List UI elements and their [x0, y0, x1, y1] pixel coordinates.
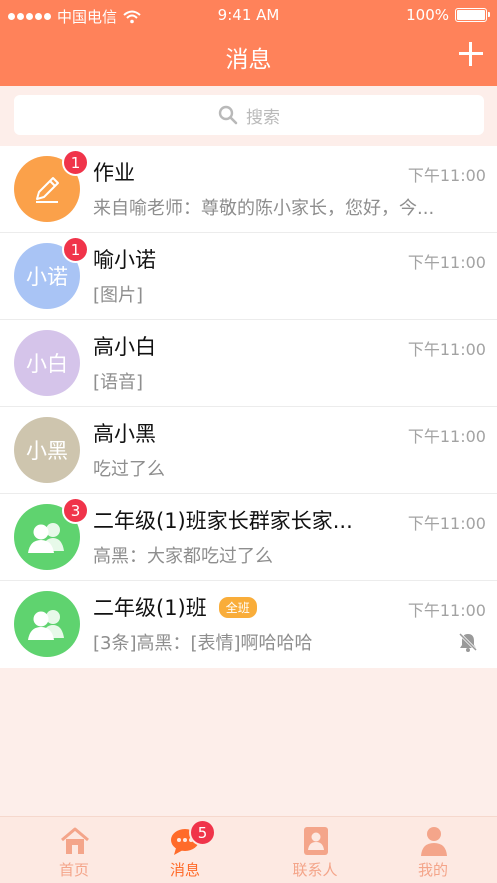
tab-home[interactable]: 首页: [12, 817, 136, 883]
pencil-icon: [36, 177, 59, 203]
message-name-text: 作业: [93, 161, 135, 185]
tab-contacts[interactable]: 联系人: [253, 817, 377, 883]
search-area: 搜索: [0, 86, 497, 146]
unread-badge: 1: [62, 236, 89, 263]
avatar: [14, 591, 80, 657]
message-preview: [图片]: [93, 285, 144, 306]
message-time: 下午11:00: [407, 166, 486, 185]
message-preview: [3条]高黑：[表情]啊哈哈哈: [93, 633, 313, 654]
message-time: 下午11:00: [407, 253, 486, 272]
contacts-icon: [304, 827, 328, 855]
message-name: 作业: [93, 157, 135, 187]
app-header: 中国电信 9:41 AM 100% 消息: [0, 0, 497, 86]
message-row-gao-xiaohei[interactable]: 小黑 高小黑 下午11:00 吃过了么: [0, 407, 497, 494]
tab-unread-badge: 5: [189, 819, 216, 846]
message-time: 下午11:00: [407, 514, 486, 533]
message-row-yu-xiaonuo[interactable]: 小诺 1 喻小诺 下午11:00 [图片]: [0, 233, 497, 320]
page-title: 消息: [225, 47, 272, 73]
unread-badge: 3: [62, 497, 89, 524]
tab-label: 首页: [58, 861, 89, 879]
status-bar: 中国电信 9:41 AM 100%: [0, 0, 497, 30]
message-row-homework[interactable]: 1 作业 下午11:00 来自喻老师：尊敬的陈小家长，您好，今...: [0, 146, 497, 233]
person-icon: [421, 827, 447, 856]
message-name: 二年级(1)班 全班: [93, 592, 257, 622]
battery-percent: 100%: [406, 6, 449, 24]
message-name-text: 高小黑: [93, 422, 156, 446]
message-time: 下午11:00: [407, 427, 486, 446]
message-time: 下午11:00: [407, 601, 486, 620]
message-name-text: 喻小诺: [93, 248, 156, 272]
message-name: 喻小诺: [93, 244, 156, 274]
message-list: 1 作业 下午11:00 来自喻老师：尊敬的陈小家长，您好，今... 小诺 1 …: [0, 146, 497, 668]
search-icon: [218, 105, 238, 125]
message-name-text: 二年级(1)班: [93, 596, 207, 620]
battery-icon: [455, 8, 490, 22]
tab-profile[interactable]: 我的: [371, 817, 495, 883]
message-preview: 高黑：大家都吃过了么: [93, 546, 273, 567]
avatar: 小白: [14, 330, 80, 396]
message-preview: 吃过了么: [93, 459, 165, 480]
message-preview: [语音]: [93, 372, 144, 393]
search-placeholder: 搜索: [246, 107, 280, 128]
message-name-text: 高小白: [93, 335, 156, 359]
search-input[interactable]: 搜索: [14, 95, 484, 135]
unread-badge: 1: [62, 149, 89, 176]
message-row-gao-xiaobai[interactable]: 小白 高小白 下午11:00 [语音]: [0, 320, 497, 407]
group-icon: [28, 610, 64, 640]
home-icon: [61, 827, 89, 854]
tab-bar: 首页 5 消息 联系人 我的: [0, 816, 497, 883]
add-button[interactable]: [457, 40, 485, 68]
message-name: 高小黑: [93, 418, 156, 448]
tab-label: 我的: [417, 861, 448, 879]
battery-info: 100%: [406, 6, 490, 24]
avatar: 小黑: [14, 417, 80, 483]
bell-muted-icon: [458, 632, 478, 652]
class-tag: 全班: [218, 596, 257, 618]
message-row-parents-group[interactable]: 3 二年级(1)班家长群家长家... 下午11:00 高黑：大家都吃过了么: [0, 494, 497, 581]
tab-messages[interactable]: 5 消息: [123, 817, 247, 883]
group-icon: [28, 523, 64, 553]
message-time: 下午11:00: [407, 340, 486, 359]
message-preview: 来自喻老师：尊敬的陈小家长，您好，今...: [93, 198, 435, 219]
message-name: 二年级(1)班家长群家长家...: [93, 505, 353, 535]
message-name-text: 二年级(1)班家长群家长家...: [93, 509, 353, 533]
tab-label: 联系人: [292, 861, 338, 879]
message-row-class-group[interactable]: 二年级(1)班 全班 下午11:00 [3条]高黑：[表情]啊哈哈哈: [0, 581, 497, 668]
message-name: 高小白: [93, 331, 156, 361]
tab-label: 消息: [169, 861, 200, 879]
